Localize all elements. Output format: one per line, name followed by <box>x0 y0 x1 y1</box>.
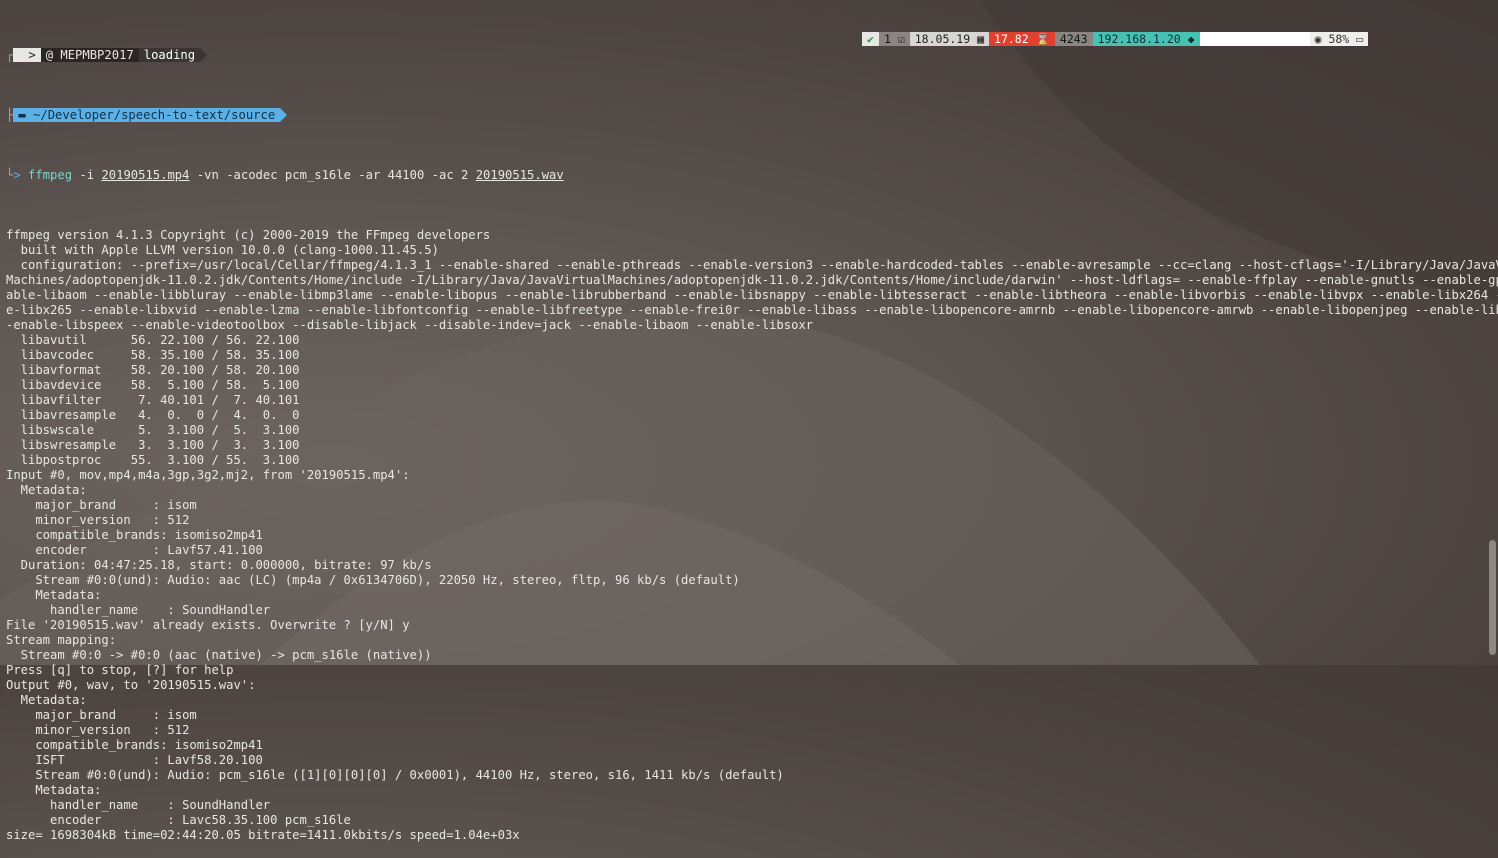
command-output: ffmpeg version 4.1.3 Copyright (c) 2000-… <box>6 228 1498 843</box>
hourglass-icon: ⌛ <box>1035 32 1050 46</box>
output-line: Stream mapping: <box>6 633 117 647</box>
host-name: MEPMBP2017 <box>60 48 134 62</box>
output-line: Metadata: <box>6 483 87 497</box>
output-line: major_brand : isom <box>6 708 197 722</box>
output-line: able-libaom --enable-libbluray --enable-… <box>6 288 1498 302</box>
output-line: configuration: --prefix=/usr/local/Cella… <box>6 258 1498 272</box>
output-line: libavresample 4. 0. 0 / 4. 0. 0 <box>6 408 300 422</box>
wifi-icon: ◆ <box>1187 32 1195 46</box>
status-spacer <box>1199 32 1310 46</box>
prompt-header: ┌ > @ MEPMBP2017 loading <box>6 48 1484 63</box>
output-line: libswscale 5. 3.100 / 5. 3.100 <box>6 423 300 437</box>
output-line: Output #0, wav, to '20190515.wav': <box>6 678 256 692</box>
output-line: encoder : Lavc58.35.100 pcm_s16le <box>6 813 351 827</box>
command-line[interactable]: └> ffmpeg -i 20190515.mp4 -vn -acodec pc… <box>6 168 1484 183</box>
output-line: Press [q] to stop, [?] for help <box>6 663 234 677</box>
globe-icon: ◉ <box>1314 32 1322 46</box>
output-line: handler_name : SoundHandler <box>6 798 271 812</box>
prompt-path-row: ├ ▬ ~/Developer/speech-to-text/source <box>6 108 1484 123</box>
output-line: ffmpeg version 4.1.3 Copyright (c) 2000-… <box>6 228 491 242</box>
status-jobs: 1 ☑ <box>878 32 910 46</box>
status-date: 18.05.19 ▦ <box>909 32 990 46</box>
output-line: minor_version : 512 <box>6 723 190 737</box>
output-line: compatible_brands: isomiso2mp41 <box>6 738 263 752</box>
checkbox-icon: ☑ <box>897 32 905 46</box>
output-line: handler_name : SoundHandler <box>6 603 271 617</box>
folder-icon: ▬ <box>18 108 34 122</box>
output-line: libavutil 56. 22.100 / 56. 22.100 <box>6 333 300 347</box>
status-pid: 4243 <box>1054 32 1093 46</box>
output-line: libavdevice 58. 5.100 / 58. 5.100 <box>6 378 300 392</box>
output-line: libswresample 3. 3.100 / 3. 3.100 <box>6 438 300 452</box>
output-line: minor_version : 512 <box>6 513 190 527</box>
apple-icon <box>13 48 24 62</box>
output-line: Metadata: <box>6 693 87 707</box>
status-ok: ✔ <box>862 32 879 46</box>
user-icon: @ <box>45 48 61 62</box>
host-segment: @ MEPMBP2017 <box>40 48 139 62</box>
current-path: ▬ ~/Developer/speech-to-text/source <box>13 108 281 122</box>
output-line: libpostproc 55. 3.100 / 55. 3.100 <box>6 453 300 467</box>
output-line: ISFT : Lavf58.20.100 <box>6 753 263 767</box>
output-line: File '20190515.wav' already exists. Over… <box>6 618 410 632</box>
output-line: major_brand : isom <box>6 498 197 512</box>
output-line: e-libx265 --enable-libxvid --enable-lzma… <box>6 303 1498 317</box>
output-line: Stream #0:0 -> #0:0 (aac (native) -> pcm… <box>6 648 432 662</box>
input-file: 20190515.mp4 <box>101 168 190 182</box>
output-line: Duration: 04:47:25.18, start: 0.000000, … <box>6 558 432 572</box>
output-line: compatible_brands: isomiso2mp41 <box>6 528 263 542</box>
output-line: Stream #0:0(und): Audio: aac (LC) (mp4a … <box>6 573 740 587</box>
prompt-chevron-icon: > <box>13 168 29 182</box>
output-line: encoder : Lavf57.41.100 <box>6 543 263 557</box>
output-line: libavcodec 58. 35.100 / 58. 35.100 <box>6 348 300 362</box>
output-line: libavfilter 7. 40.101 / 7. 40.101 <box>6 393 300 407</box>
prompt-status: loading <box>138 48 201 62</box>
output-line: Metadata: <box>6 783 102 797</box>
terminal-window[interactable]: ┌ > @ MEPMBP2017 loading ├ ▬ ~/Developer/spe… <box>6 3 1498 842</box>
output-line: Metadata: <box>6 588 102 602</box>
output-line: Input #0, mov,mp4,m4a,3gp,3g2,mj2, from … <box>6 468 410 482</box>
output-line: Machines/adoptopenjdk-11.0.2.jdk/Content… <box>6 273 1498 287</box>
calendar-icon: ▦ <box>977 32 985 46</box>
command-name: ffmpeg <box>28 168 73 182</box>
output-file: 20190515.wav <box>475 168 564 182</box>
output-line: size= 1698304kB time=02:44:20.05 bitrate… <box>6 828 520 842</box>
output-line: Stream #0:0(und): Audio: pcm_s16le ([1][… <box>6 768 784 782</box>
battery-icon: ▭ <box>1356 32 1364 46</box>
output-line: -enable-libspeex --enable-videotoolbox -… <box>6 318 814 332</box>
terminal-scrollbar[interactable] <box>1489 540 1496 655</box>
check-icon: ✔ <box>867 32 874 46</box>
status-load: 17.82 ⌛ <box>989 32 1055 46</box>
output-line: built with Apple LLVM version 10.0.0 (cl… <box>6 243 439 257</box>
status-bar: ✔ 1 ☑ 18.05.19 ▦ 17.82 ⌛ 4243 192.168.1.… <box>862 32 1369 46</box>
status-battery: ◉ 58% ▭ <box>1309 32 1369 46</box>
output-line: libavformat 58. 20.100 / 58. 20.100 <box>6 363 300 377</box>
status-ip: 192.168.1.20 ◆ <box>1092 32 1200 46</box>
